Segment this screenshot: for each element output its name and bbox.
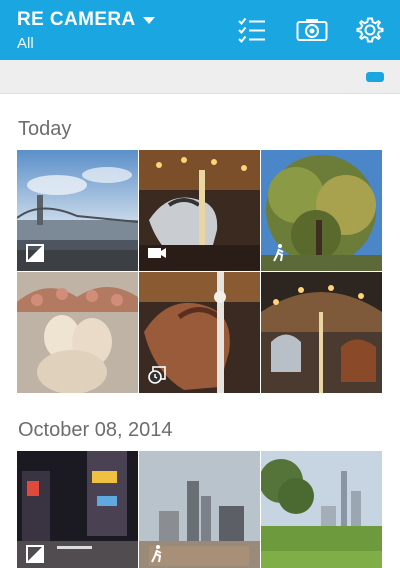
photo-thumbnail[interactable] [139, 451, 260, 568]
photo-thumbnail[interactable] [139, 150, 260, 271]
photo-thumbnail[interactable] [17, 150, 138, 271]
checklist-button[interactable] [232, 11, 272, 49]
camera-button[interactable] [292, 11, 332, 49]
photo-thumbnail[interactable] [17, 272, 138, 393]
app-bar: RE CAMERA All [0, 0, 400, 60]
section-header-date: October 08, 2014 [18, 419, 173, 441]
checklist-icon [238, 17, 265, 43]
timelapse-icon [148, 366, 166, 384]
walking-icon [273, 244, 284, 262]
dropdown-caret-icon[interactable] [142, 17, 155, 24]
album-filter-label: All [17, 35, 34, 52]
settings-button[interactable] [350, 11, 390, 49]
hdr-off-icon [26, 244, 44, 262]
photo-thumbnail[interactable] [261, 272, 382, 393]
walking-icon [151, 545, 162, 563]
storage-indicator[interactable] [366, 72, 384, 82]
photo-thumbnail[interactable] [17, 451, 138, 568]
photo-thumbnail[interactable] [139, 272, 260, 393]
camera-icon [296, 19, 328, 41]
storage-bar [0, 60, 400, 94]
video-icon [148, 248, 166, 258]
photo-thumbnail[interactable] [261, 150, 382, 271]
hdr-off-icon [26, 545, 44, 563]
album-selector[interactable]: RE CAMERA [17, 9, 155, 31]
section-header-today: Today [18, 118, 72, 140]
settings-icon [356, 17, 384, 43]
photo-thumbnail[interactable] [261, 451, 382, 568]
app-title[interactable]: RE CAMERA [17, 9, 136, 31]
